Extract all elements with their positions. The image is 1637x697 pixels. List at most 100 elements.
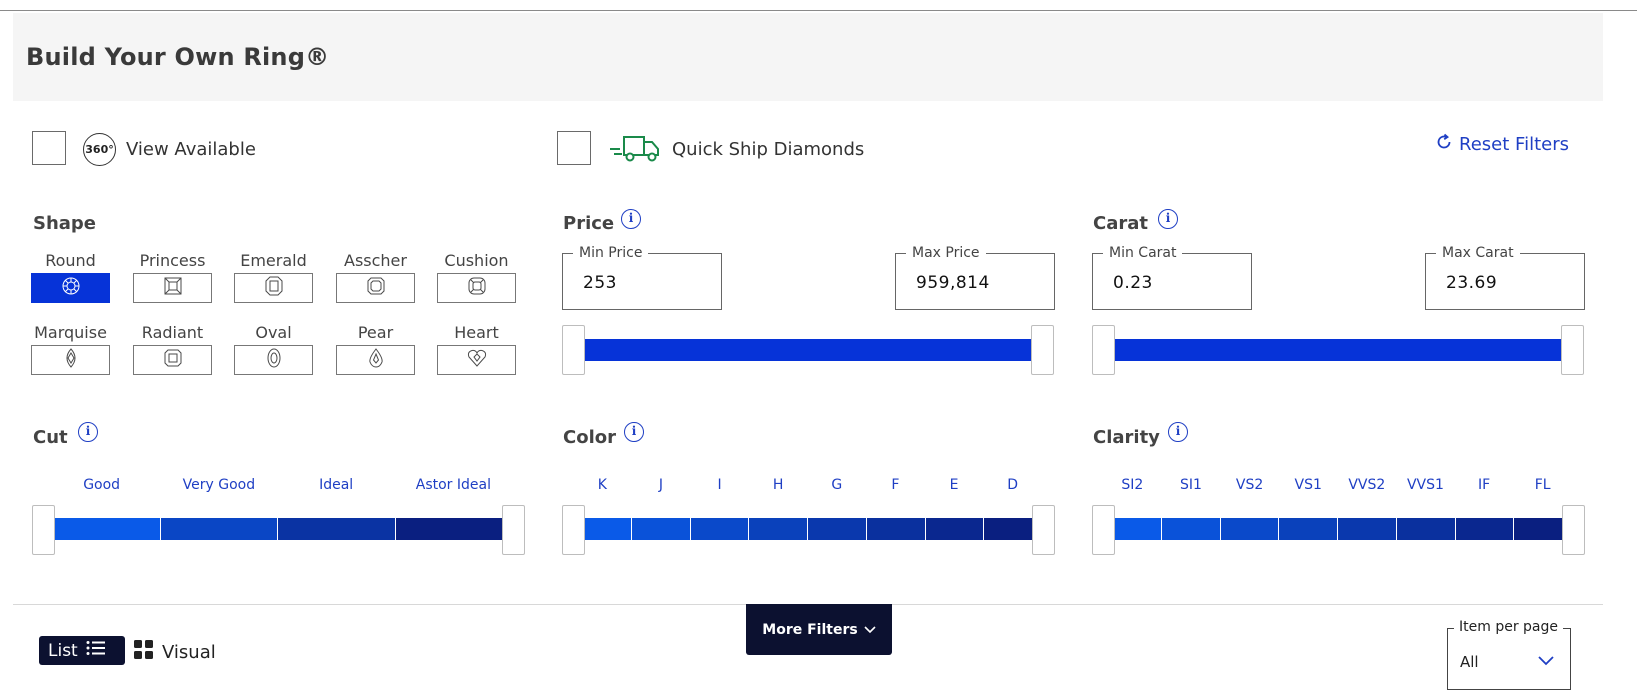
color-grade-segment[interactable] xyxy=(925,518,985,540)
items-per-page-select[interactable]: Item per page All xyxy=(1447,619,1571,690)
cut-grade-label[interactable]: Astor Ideal xyxy=(416,477,491,493)
list-view-button[interactable]: List xyxy=(39,636,125,665)
clarity-grade-label[interactable]: SI2 xyxy=(1121,477,1143,493)
shape-option-button[interactable] xyxy=(336,273,415,303)
carat-min-handle[interactable] xyxy=(1092,325,1115,375)
color-grade-label[interactable]: K xyxy=(598,477,607,493)
max-price-field[interactable]: Max Price 959,814 xyxy=(895,245,1055,310)
visual-view-button[interactable]: Visual xyxy=(134,640,216,664)
cut-grade-label[interactable]: Ideal xyxy=(319,477,353,493)
clarity-min-handle[interactable] xyxy=(1092,505,1115,555)
shape-option-oval[interactable]: Oval xyxy=(234,323,313,375)
color-grade-segment[interactable] xyxy=(690,518,750,540)
min-price-field[interactable]: Min Price 253 xyxy=(562,245,722,310)
shape-option-pear[interactable]: Pear xyxy=(336,323,415,375)
cut-grade-segment[interactable] xyxy=(278,518,396,540)
color-grade-label[interactable]: H xyxy=(773,477,784,493)
cut-min-handle[interactable] xyxy=(32,505,55,555)
clarity-title: Clarity xyxy=(1093,427,1160,448)
cut-max-handle[interactable] xyxy=(502,505,525,555)
clarity-max-handle[interactable] xyxy=(1562,505,1585,555)
cut-grade-label[interactable]: Very Good xyxy=(183,477,255,493)
clarity-grade-label[interactable]: VS1 xyxy=(1295,477,1322,493)
clarity-info-icon[interactable]: i xyxy=(1168,422,1188,442)
clarity-slider-track[interactable] xyxy=(1103,518,1572,540)
cut-grade-segment[interactable] xyxy=(160,518,278,540)
shape-option-button[interactable] xyxy=(133,345,212,375)
shape-option-princess[interactable]: Princess xyxy=(133,251,212,303)
carat-max-handle[interactable] xyxy=(1561,325,1584,375)
shape-option-radiant[interactable]: Radiant xyxy=(133,323,212,375)
min-price-value[interactable]: 253 xyxy=(583,273,617,293)
cut-grade-segment[interactable] xyxy=(395,518,512,540)
color-grade-label[interactable]: D xyxy=(1007,477,1018,493)
cut-slider-track[interactable] xyxy=(43,518,512,540)
shape-option-heart[interactable]: Heart xyxy=(437,323,516,375)
shape-option-button[interactable] xyxy=(31,345,110,375)
clarity-grade-segment[interactable] xyxy=(1279,518,1338,540)
min-carat-field[interactable]: Min Carat 0.23 xyxy=(1092,245,1252,310)
cut-grade-label[interactable]: Good xyxy=(83,477,120,493)
price-info-icon[interactable]: i xyxy=(621,209,641,229)
clarity-grade-label[interactable]: SI1 xyxy=(1180,477,1202,493)
pear-diamond-icon xyxy=(366,348,386,372)
max-price-value[interactable]: 959,814 xyxy=(916,273,990,293)
visual-view-label: Visual xyxy=(162,641,216,663)
carat-slider-track[interactable] xyxy=(1104,339,1572,361)
shape-option-label: Pear xyxy=(357,323,394,342)
max-price-label: Max Price xyxy=(906,245,986,261)
shape-option-button[interactable] xyxy=(234,273,313,303)
color-slider-track[interactable] xyxy=(573,518,1042,540)
clarity-grade-segment[interactable] xyxy=(1338,518,1397,540)
color-grade-segment[interactable] xyxy=(631,518,691,540)
min-carat-value[interactable]: 0.23 xyxy=(1113,273,1153,293)
color-grade-label[interactable]: I xyxy=(717,477,721,493)
view-available-checkbox[interactable] xyxy=(32,131,66,165)
price-slider-track[interactable] xyxy=(574,339,1042,361)
clarity-grade-label[interactable]: FL xyxy=(1535,477,1551,493)
reset-filters-button[interactable]: Reset Filters xyxy=(1435,133,1569,156)
color-grade-label[interactable]: E xyxy=(950,477,959,493)
price-max-handle[interactable] xyxy=(1031,325,1054,375)
clarity-grade-label[interactable]: VS2 xyxy=(1236,477,1263,493)
max-carat-value[interactable]: 23.69 xyxy=(1446,273,1497,293)
color-grade-segment[interactable] xyxy=(749,518,808,540)
shape-option-asscher[interactable]: Asscher xyxy=(336,251,415,303)
color-grade-segment[interactable] xyxy=(808,518,867,540)
shape-option-button[interactable] xyxy=(437,273,516,303)
clarity-grade-segment[interactable] xyxy=(1455,518,1515,540)
clarity-grade-segment[interactable] xyxy=(1396,518,1456,540)
quick-ship-label[interactable]: Quick Ship Diamonds xyxy=(672,139,864,160)
shape-option-emerald[interactable]: Emerald xyxy=(234,251,313,303)
max-carat-field[interactable]: Max Carat 23.69 xyxy=(1425,245,1585,310)
clarity-grade-segment[interactable] xyxy=(1220,518,1280,540)
color-grade-label[interactable]: F xyxy=(891,477,899,493)
clarity-grade-label[interactable]: VVS1 xyxy=(1407,477,1444,493)
clarity-grade-label[interactable]: IF xyxy=(1478,477,1490,493)
color-info-icon[interactable]: i xyxy=(624,422,644,442)
quick-ship-checkbox[interactable] xyxy=(557,131,591,165)
radiant-diamond-icon xyxy=(163,348,183,372)
color-grade-segment[interactable] xyxy=(866,518,926,540)
clarity-grade-label[interactable]: VVS2 xyxy=(1348,477,1385,493)
list-icon xyxy=(86,640,106,661)
shape-option-button[interactable] xyxy=(133,273,212,303)
view-available-label[interactable]: View Available xyxy=(126,139,256,160)
clarity-grade-segment[interactable] xyxy=(1161,518,1221,540)
shape-option-button[interactable] xyxy=(437,345,516,375)
color-grade-label[interactable]: J xyxy=(659,477,663,493)
shape-option-cushion[interactable]: Cushion xyxy=(437,251,516,303)
cut-grade-segment[interactable] xyxy=(43,518,161,540)
shape-option-round[interactable]: Round xyxy=(31,251,110,303)
color-grade-label[interactable]: G xyxy=(831,477,842,493)
more-filters-button[interactable]: More Filters xyxy=(746,604,892,655)
price-min-handle[interactable] xyxy=(562,325,585,375)
shape-option-marquise[interactable]: Marquise xyxy=(31,323,110,375)
shape-option-button[interactable] xyxy=(31,273,110,303)
color-max-handle[interactable] xyxy=(1032,505,1055,555)
color-min-handle[interactable] xyxy=(562,505,585,555)
cut-info-icon[interactable]: i xyxy=(78,422,98,442)
shape-option-button[interactable] xyxy=(336,345,415,375)
shape-option-button[interactable] xyxy=(234,345,313,375)
carat-info-icon[interactable]: i xyxy=(1158,209,1178,229)
